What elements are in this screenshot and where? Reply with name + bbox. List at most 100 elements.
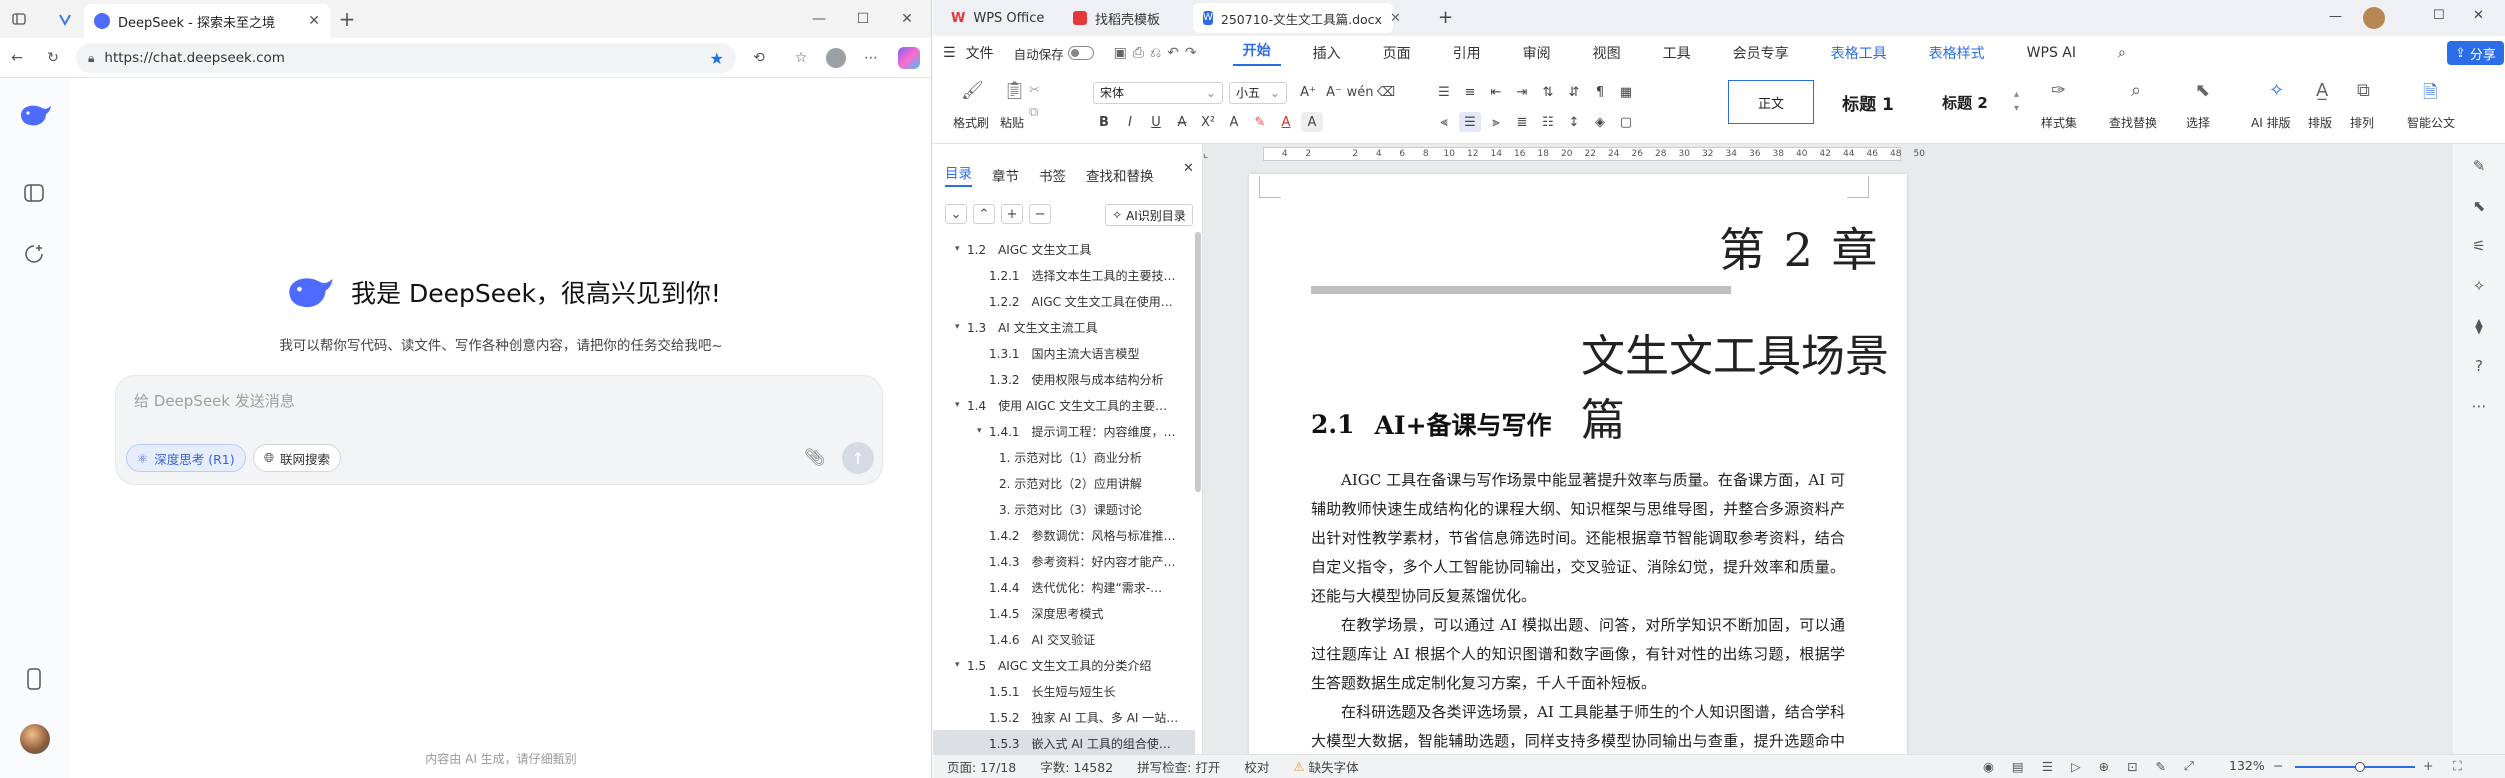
toc-item[interactable]: 1.3.1 国内主流大语言模型 <box>933 340 1195 366</box>
line-spacing-icon[interactable]: ↕ <box>1563 112 1585 132</box>
zoom-out-icon[interactable]: − <box>2273 758 2283 773</box>
browser-workspace-icon[interactable] <box>8 8 30 30</box>
layout-label[interactable]: 排版 <box>2308 114 2332 131</box>
toc-item[interactable]: 1.2.1 选择文本生工具的主要技… <box>933 262 1195 288</box>
toggle-sidebar-icon[interactable] <box>24 184 44 206</box>
font-color-icon[interactable]: A <box>1275 112 1297 132</box>
collapse-triangle-icon[interactable]: ▾ <box>955 660 967 670</box>
expand-icon[interactable]: ⌃ <box>973 204 995 224</box>
toc-item[interactable]: 1.5.3 嵌入式 AI 工具的组合使… <box>933 730 1195 756</box>
new-chat-icon[interactable] <box>24 244 44 268</box>
puzzle-icon[interactable]: ⧫ <box>2469 316 2489 336</box>
fit-icon[interactable]: ⤢ <box>2184 758 2194 774</box>
align-right-icon[interactable]: ⫸ <box>1485 112 1507 132</box>
toc-item[interactable]: ▾ 1.2 AIGC 文生文工具 <box>933 236 1195 262</box>
more-menu-icon[interactable]: ⋯ <box>860 47 882 69</box>
menu-file[interactable]: 文件 <box>966 43 1004 63</box>
address-bar[interactable]: 🔒︎ https://chat.deepseek.com ★ <box>76 43 736 73</box>
toc-item[interactable]: ▾ 1.3 AI 文生文主流工具 <box>933 314 1195 340</box>
smart-doc-label[interactable]: 智能公文 <box>2407 114 2455 131</box>
find-replace-label[interactable]: 查找替换 <box>2109 114 2157 131</box>
new-tab-icon[interactable]: + <box>336 7 358 31</box>
select-label[interactable]: 选择 <box>2186 114 2210 131</box>
toc-item[interactable]: 1.4.5 深度思考模式 <box>933 600 1195 626</box>
toc-item[interactable]: 2. 示范对比（2）应用讲解 <box>933 470 1195 496</box>
menu-wps-ai[interactable]: WPS AI <box>2017 45 2086 61</box>
style-heading-2[interactable]: 标题 2 <box>1922 80 2008 124</box>
toc-item[interactable]: 1.4.2 参数调优：风格与标准推… <box>933 522 1195 548</box>
spell-check[interactable]: 拼写检查: 打开 <box>1137 757 1220 776</box>
toc-item[interactable]: 1.5.2 独家 AI 工具、多 AI 一站… <box>933 704 1195 730</box>
bold-icon[interactable]: B <box>1093 112 1115 132</box>
menu-view[interactable]: 视图 <box>1583 43 1631 63</box>
toc-item[interactable]: 3. 示范对比（3）课题讨论 <box>933 496 1195 522</box>
collapse-triangle-icon[interactable]: ▾ <box>955 322 967 332</box>
close-nav-icon[interactable]: ✕ <box>1183 161 1194 176</box>
reload-icon[interactable]: ↻ <box>42 47 64 69</box>
nav-tab-chapter[interactable]: 章节 <box>992 165 1019 185</box>
nav-tab-bookmark[interactable]: 书签 <box>1039 165 1066 185</box>
edit-icon[interactable]: ✎ <box>2156 759 2166 774</box>
table-icon[interactable]: ▦ <box>1615 82 1637 102</box>
favorite-star-icon[interactable]: ★ <box>710 49 724 68</box>
superscript-icon[interactable]: X² <box>1197 112 1219 132</box>
close-window-icon[interactable]: ✕ <box>2473 8 2484 23</box>
find-replace-icon[interactable]: ⌕ <box>2131 80 2141 101</box>
close-tab-icon[interactable]: ✕ <box>308 13 320 29</box>
extensions-icon[interactable]: ⟲ <box>748 47 770 69</box>
format-painter-icon[interactable]: 🖌︎ <box>961 80 984 101</box>
maximize-icon[interactable]: ☐ <box>852 8 874 30</box>
sort-icon[interactable]: ⇵ <box>1563 82 1585 102</box>
style-set-label[interactable]: 样式集 <box>2041 114 2077 131</box>
menu-table-style[interactable]: 表格样式 <box>1919 43 1995 63</box>
account-avatar[interactable] <box>2363 7 2385 29</box>
body-text[interactable]: AIGC 工具在备课与写作场景中能显著提升效率与质量。在备课方面，AI 可辅助教… <box>1311 466 1845 754</box>
add-heading-icon[interactable]: + <box>1001 204 1023 224</box>
copilot-icon[interactable] <box>898 47 920 69</box>
shrink-font-icon[interactable]: A⁻ <box>1323 82 1345 102</box>
back-icon[interactable]: ← <box>6 47 28 69</box>
border-icon[interactable]: ▢ <box>1615 112 1637 132</box>
help-icon[interactable]: ? <box>2469 356 2489 376</box>
profile-avatar[interactable] <box>826 48 846 68</box>
tab-wps-office[interactable]: W WPS Office <box>941 3 1054 33</box>
focus-icon[interactable]: ⊡ <box>2127 759 2137 774</box>
minimize-icon[interactable]: — <box>808 8 830 30</box>
menu-home[interactable]: 开始 <box>1232 40 1281 66</box>
page-count[interactable]: 页面: 17/18 <box>947 757 1016 776</box>
toc-item[interactable]: ▾ 1.4.1 提示词工程：内容维度，… <box>933 418 1195 444</box>
tab-document[interactable]: W 250710-文生文工具篇.docx ✕ <box>1193 3 1401 33</box>
proofread[interactable]: 校对 <box>1244 757 1269 776</box>
menu-tools[interactable]: 工具 <box>1653 43 1701 63</box>
grow-font-icon[interactable]: A⁺ <box>1297 82 1319 102</box>
magic-icon[interactable]: ✧ <box>2469 276 2489 296</box>
menu-insert[interactable]: 插入 <box>1303 43 1351 63</box>
paste-icon[interactable]: 📋︎ <box>1003 80 1026 101</box>
menu-references[interactable]: 引用 <box>1443 43 1491 63</box>
shading-icon[interactable]: ◈ <box>1589 112 1611 132</box>
deepseek-logo-icon[interactable] <box>18 102 54 132</box>
ai-layout-label[interactable]: AI 排版 <box>2251 114 2291 131</box>
maximize-icon[interactable]: ☐ <box>2433 8 2445 23</box>
clear-format-icon[interactable]: ⌫ <box>1375 82 1397 102</box>
text-direction-icon[interactable]: ⇅ <box>1537 82 1559 102</box>
autosave-toggle[interactable] <box>1067 46 1094 60</box>
word-count[interactable]: 字数: 14582 <box>1040 757 1113 776</box>
zoom-slider-handle[interactable] <box>2355 762 2365 772</box>
arrange-label[interactable]: 排列 <box>2350 114 2374 131</box>
close-window-icon[interactable]: ✕ <box>896 8 918 30</box>
new-tab-icon[interactable]: + <box>1438 7 1453 28</box>
format-painter-label[interactable]: 格式刷 <box>953 114 989 131</box>
toc-item[interactable]: ▾ 1.5 AIGC 文生文工具的分类介绍 <box>933 652 1195 678</box>
menu-member[interactable]: 会员专享 <box>1723 43 1799 63</box>
arrange-icon[interactable]: ⧉ <box>2357 80 2370 101</box>
font-name-select[interactable]: 宋体 ⌄ <box>1093 82 1223 104</box>
style-heading-1[interactable]: 标题 1 <box>1820 80 1916 124</box>
pointer-icon[interactable]: ⬉ <box>2469 196 2489 216</box>
fullscreen-icon[interactable]: ⛶ <box>2453 758 2462 774</box>
close-tab-icon[interactable]: ✕ <box>1390 11 1401 26</box>
ai-layout-icon[interactable]: ✧ <box>2269 80 2284 101</box>
nav-tab-find[interactable]: 查找和替换 <box>1086 165 1154 185</box>
toc-item[interactable]: 1. 示范对比（1）商业分析 <box>933 444 1195 470</box>
mobile-app-icon[interactable] <box>27 668 41 694</box>
